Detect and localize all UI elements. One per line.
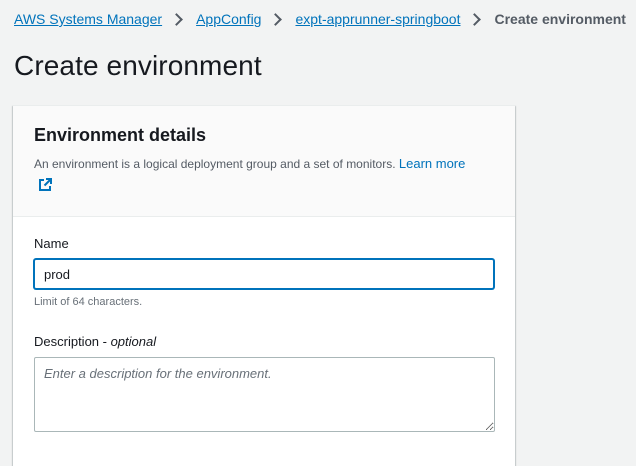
panel-title: Environment details (34, 125, 207, 145)
breadcrumb-item-application[interactable]: expt-apprunner-springboot (295, 11, 460, 27)
description-label: Description - optional (34, 334, 156, 349)
description-textarea[interactable] (34, 357, 495, 432)
external-link-icon (38, 177, 52, 199)
panel-description: An environment is a logical deployment g… (34, 153, 474, 199)
chevron-right-icon (468, 12, 482, 26)
breadcrumb-current: Create environment (494, 11, 626, 27)
chevron-right-icon (170, 12, 183, 26)
learn-more-label: Learn more (398, 156, 466, 171)
breadcrumb-item-systems-manager[interactable]: AWS Systems Manager (14, 11, 162, 27)
name-label: Name (34, 236, 69, 251)
chevron-right-icon (269, 12, 283, 26)
optional-label: optional (110, 334, 157, 349)
name-constraint-text: Limit of 64 characters. (34, 296, 143, 308)
environment-details-panel: Environment details An environment is a … (13, 105, 515, 466)
breadcrumb: AWS Systems Manager AppConfig expt-appru… (14, 9, 626, 29)
name-input[interactable] (34, 259, 494, 289)
page-title: Create environment (14, 50, 262, 81)
panel-header: Environment details An environment is a … (13, 106, 515, 217)
breadcrumb-item-appconfig[interactable]: AppConfig (196, 11, 261, 27)
description-label-text: Description - (34, 334, 111, 349)
panel-description-text: An environment is a logical deployment g… (34, 157, 396, 171)
